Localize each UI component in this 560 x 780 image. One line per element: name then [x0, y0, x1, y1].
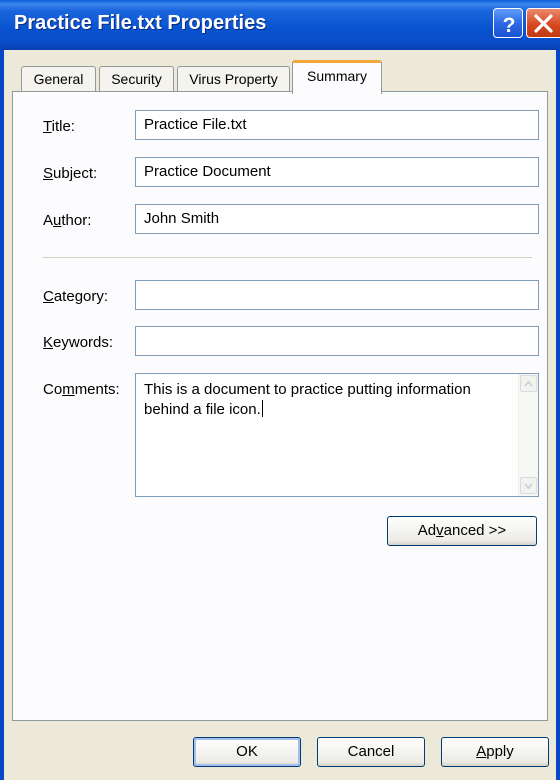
scroll-down-arrow-icon — [524, 483, 533, 490]
scroll-up-arrow-icon — [524, 380, 533, 387]
tab-summary[interactable]: Summary — [292, 60, 382, 94]
help-button[interactable]: ? — [493, 8, 523, 38]
window-frame-left — [0, 50, 4, 780]
tab-security[interactable]: Security — [99, 66, 174, 92]
close-button[interactable] — [526, 8, 560, 38]
category-label: Category: — [43, 288, 109, 305]
section-divider — [42, 257, 532, 258]
close-icon — [534, 14, 553, 33]
comments-scrollbar[interactable] — [518, 374, 538, 496]
author-field[interactable]: John Smith — [135, 204, 539, 234]
text-caret — [261, 400, 263, 417]
scroll-up-button[interactable] — [520, 375, 537, 392]
advanced-button[interactable]: Advanced >> — [387, 516, 537, 546]
comments-text: This is a document to practice putting i… — [144, 381, 471, 418]
tab-virus-property[interactable]: Virus Property — [177, 66, 290, 92]
keywords-field[interactable] — [135, 326, 539, 356]
tab-general[interactable]: General — [21, 66, 96, 92]
title-label: Title: — [43, 118, 75, 135]
help-icon: ? — [503, 14, 516, 37]
apply-button[interactable]: Apply — [441, 737, 549, 767]
window-title: Practice File.txt Properties — [14, 12, 267, 34]
keywords-label: Keywords: — [43, 334, 114, 351]
comments-label: Comments: — [43, 381, 120, 398]
cancel-button[interactable]: Cancel — [317, 737, 425, 767]
author-label: Author: — [43, 212, 92, 229]
subject-label: Subject: — [43, 165, 98, 182]
comments-textarea[interactable]: This is a document to practice putting i… — [135, 373, 539, 497]
svg-text:?: ? — [503, 14, 516, 37]
title-field[interactable]: Practice File.txt — [135, 110, 539, 140]
category-field[interactable] — [135, 280, 539, 310]
subject-field[interactable]: Practice Document — [135, 157, 539, 187]
scroll-down-button[interactable] — [520, 477, 537, 494]
properties-dialog: Practice File.txt Properties ? General S… — [0, 0, 560, 780]
window-frame-right — [556, 50, 560, 780]
title-bar[interactable]: Practice File.txt Properties ? — [0, 0, 560, 50]
ok-button[interactable]: OK — [193, 737, 301, 767]
